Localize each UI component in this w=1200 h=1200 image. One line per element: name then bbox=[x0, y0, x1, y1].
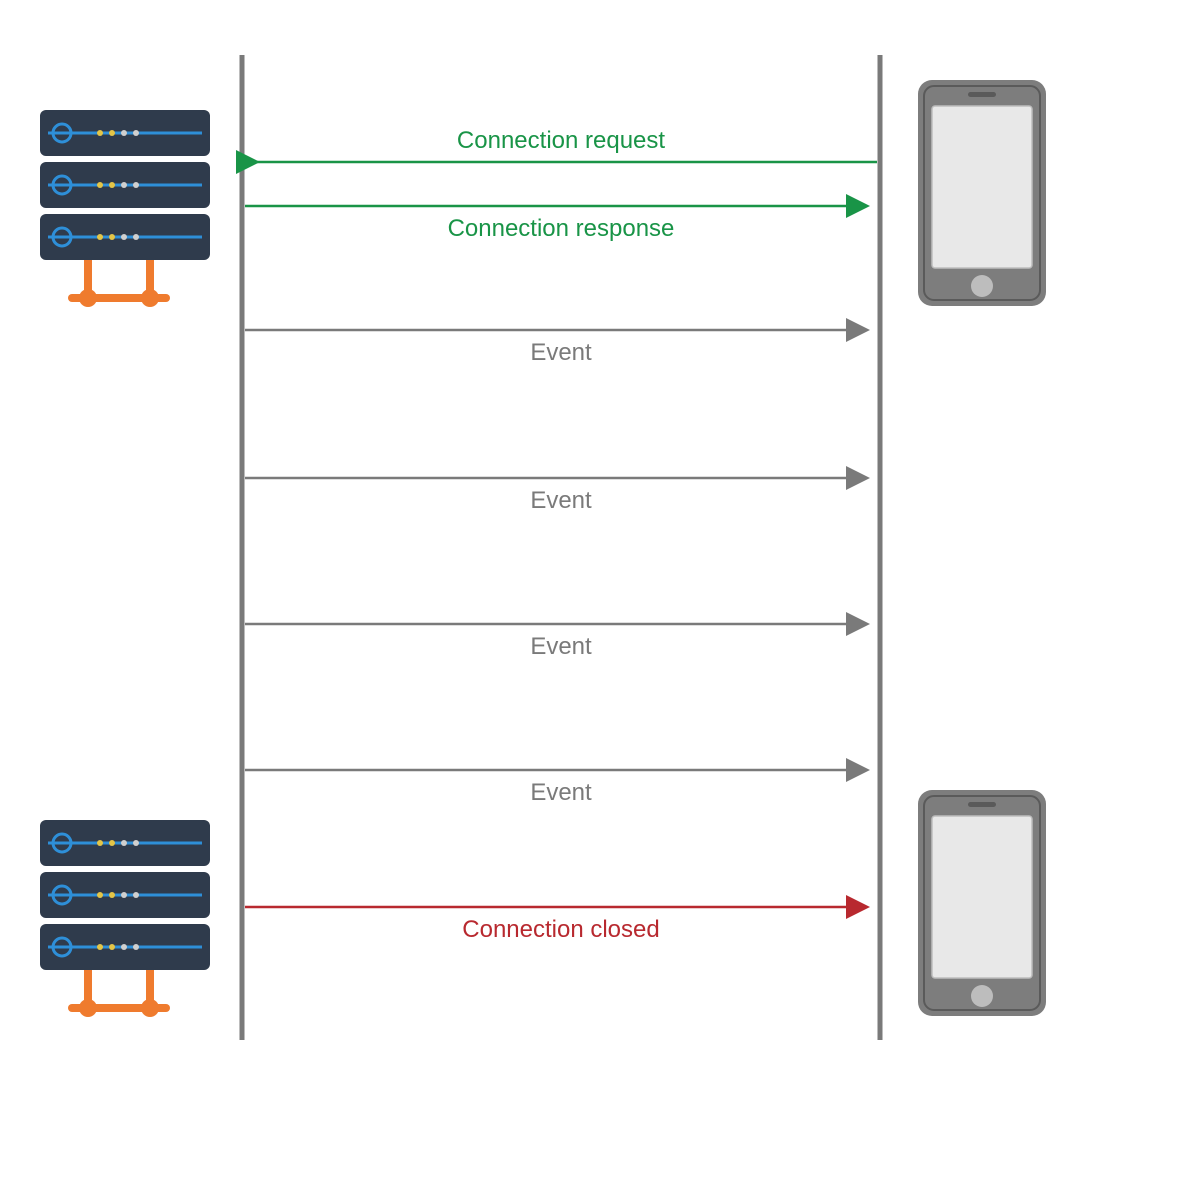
messages: Connection request Connection response Eve… bbox=[245, 127, 877, 943]
message-label: Event bbox=[530, 779, 592, 806]
message-3: Event bbox=[245, 478, 866, 514]
server-legs-icon bbox=[72, 970, 166, 1017]
message-label: Connection response bbox=[448, 215, 675, 242]
phone-icon-bottom bbox=[918, 790, 1046, 1016]
message-4: Event bbox=[245, 624, 866, 660]
message-label: Event bbox=[530, 339, 592, 366]
message-label: Connection closed bbox=[462, 916, 659, 943]
message-6: Connection closed bbox=[245, 907, 866, 943]
message-label: Connection request bbox=[457, 127, 665, 154]
server-unit-icon bbox=[40, 110, 210, 156]
message-label: Event bbox=[530, 633, 592, 660]
message-5: Event bbox=[245, 770, 866, 806]
sequence-diagram: Connection request Connection response Eve… bbox=[0, 0, 1200, 1200]
server-unit-icon bbox=[40, 924, 210, 970]
server-unit-icon bbox=[40, 162, 210, 208]
message-label: Event bbox=[530, 487, 592, 514]
server-unit-icon bbox=[40, 214, 210, 260]
message-2: Event bbox=[245, 330, 866, 366]
message-0: Connection request bbox=[256, 127, 877, 162]
server-unit-icon bbox=[40, 820, 210, 866]
server-icon-top bbox=[40, 110, 210, 307]
server-legs-icon bbox=[72, 260, 166, 307]
phone-icon-top bbox=[918, 80, 1046, 306]
message-1: Connection response bbox=[245, 206, 866, 242]
server-unit-icon bbox=[40, 872, 210, 918]
server-icon-bottom bbox=[40, 820, 210, 1017]
